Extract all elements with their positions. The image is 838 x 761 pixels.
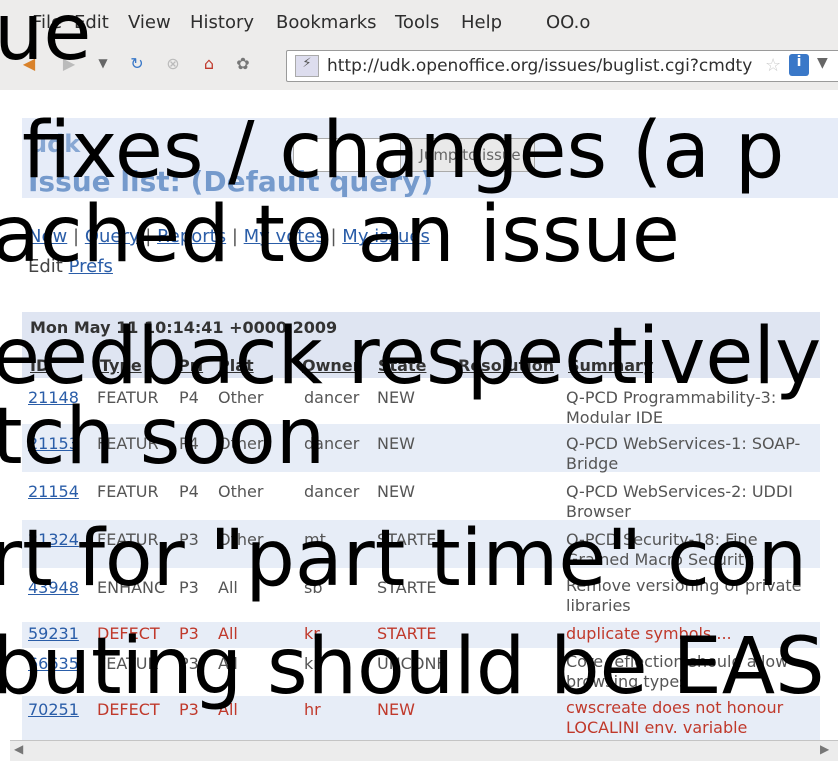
- bookmark-star-icon[interactable]: ☆: [765, 55, 781, 76]
- menu-view[interactable]: View: [128, 12, 171, 33]
- cell-type: FEATUR: [97, 482, 159, 501]
- menu-history[interactable]: History: [190, 12, 254, 33]
- cell-pri: P4: [179, 482, 199, 501]
- cell-summary: Q-PCD WebServices-1: SOAP-Bridge: [566, 434, 801, 473]
- history-dropdown-icon[interactable]: ▼: [92, 52, 114, 74]
- menu-oo[interactable]: OO.o: [546, 12, 590, 33]
- menu-tools[interactable]: Tools: [395, 12, 439, 33]
- address-bar[interactable]: ⚡ http://udk.openoffice.org/issues/bugli…: [286, 50, 838, 82]
- menu-help[interactable]: Help: [461, 12, 502, 33]
- site-identity-icon[interactable]: ⚡: [295, 55, 319, 77]
- scroll-left-icon[interactable]: ◀: [14, 742, 23, 756]
- issue-id-link[interactable]: 21154: [28, 482, 79, 501]
- info-icon[interactable]: i: [789, 54, 809, 76]
- url-text: http://udk.openoffice.org/issues/buglist…: [327, 56, 753, 76]
- overlay-text-line: fixes / changes (a p: [22, 106, 785, 196]
- horizontal-scrollbar[interactable]: [10, 740, 838, 761]
- stop-icon[interactable]: ⊗: [162, 52, 184, 74]
- overlay-text-line: eedback respectively: [0, 312, 822, 402]
- overlay-text-line: ached to an issue: [0, 190, 680, 280]
- cell-owner: dancer: [304, 482, 360, 501]
- cell-state: NEW: [377, 482, 415, 501]
- overlay-text-line: buting should be EAS: [0, 622, 825, 712]
- reload-icon[interactable]: ↻: [126, 52, 148, 74]
- overlay-text-line: tch soon: [0, 392, 326, 482]
- cell-plat: Other: [218, 482, 264, 501]
- overlay-text-line: rt for "part time" con: [0, 514, 808, 604]
- cell-state: NEW: [377, 434, 415, 453]
- addon-icon[interactable]: ✿: [232, 52, 254, 74]
- overlay-text-line: ue: [0, 0, 92, 78]
- home-icon[interactable]: ⌂: [198, 52, 220, 74]
- menu-bookmarks[interactable]: Bookmarks: [276, 12, 377, 33]
- url-dropdown-icon[interactable]: ▼: [817, 55, 828, 71]
- scroll-right-icon[interactable]: ▶: [820, 742, 829, 756]
